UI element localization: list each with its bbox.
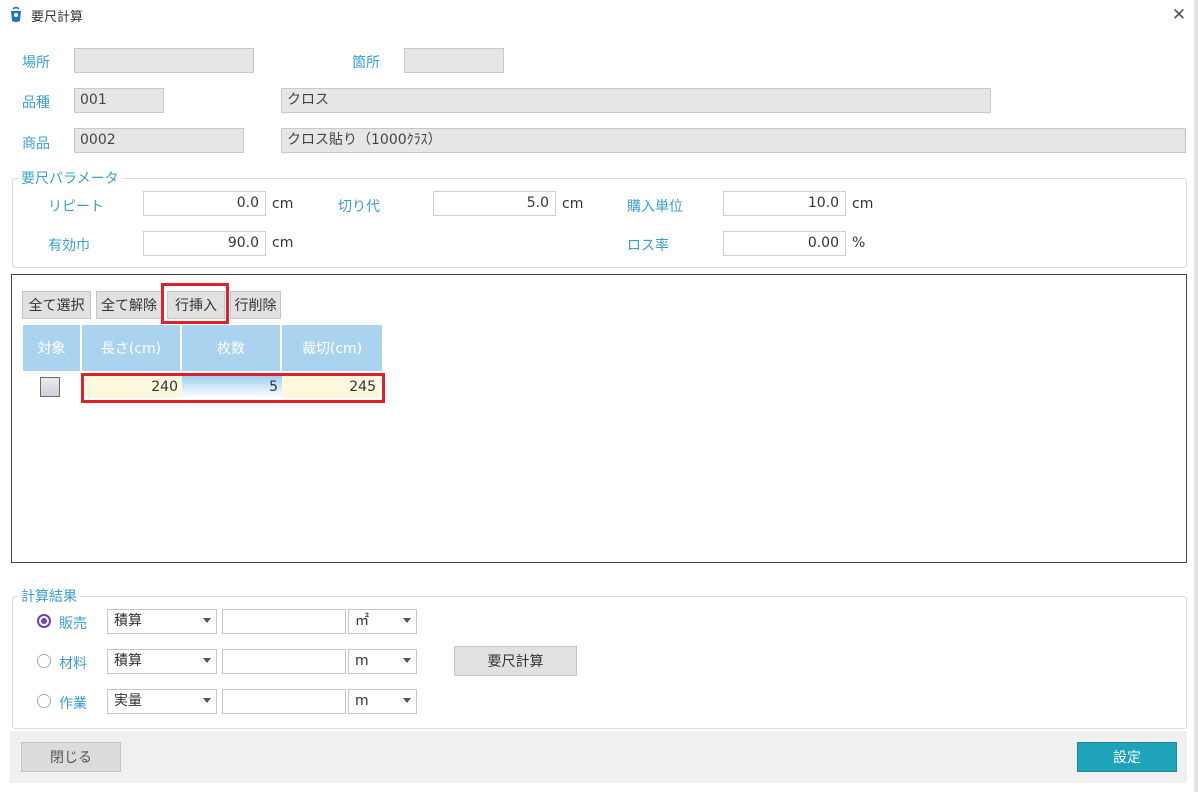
title-bar	[0, 0, 1198, 30]
work-unit-value: m	[355, 693, 369, 709]
row-select-checkbox[interactable]	[40, 377, 60, 397]
sales-value-input[interactable]	[222, 609, 346, 634]
location-label: 場所	[22, 55, 50, 71]
column-header-length[interactable]: 長さ(cm)	[82, 325, 182, 371]
sales-method-select[interactable]: 積算	[107, 609, 217, 634]
column-header-count[interactable]: 枚数	[182, 325, 282, 371]
sales-unit-value: ㎡	[355, 613, 369, 629]
spot-field[interactable]	[404, 48, 504, 73]
variety-label: 品種	[22, 95, 50, 111]
loss-rate-input[interactable]: 0.00	[723, 231, 846, 256]
material-method-value: 積算	[114, 653, 142, 669]
chevron-down-icon	[403, 658, 411, 663]
effective-width-input[interactable]: 90.0	[143, 231, 266, 256]
delete-row-button[interactable]: 行削除	[230, 291, 281, 319]
product-label: 商品	[22, 136, 50, 152]
select-all-button[interactable]: 全て選択	[22, 291, 91, 319]
work-method-select[interactable]: 実量	[107, 689, 217, 714]
material-unit-value: m	[355, 653, 369, 669]
product-name-field[interactable]: クロス貼り（1000ｸﾗｽ）	[281, 128, 1186, 153]
repeat-input[interactable]: 0.0	[143, 191, 266, 216]
material-method-select[interactable]: 積算	[107, 649, 217, 674]
calculate-button[interactable]: 要尺計算	[454, 646, 577, 676]
insert-row-highlight	[161, 283, 229, 324]
purchase-unit-input[interactable]: 10.0	[723, 191, 846, 216]
close-icon[interactable]: ✕	[1166, 2, 1192, 28]
cut-margin-input[interactable]: 5.0	[433, 191, 556, 216]
variety-code-field[interactable]: 001	[74, 88, 164, 113]
repeat-unit: cm	[272, 196, 294, 212]
set-button[interactable]: 設定	[1077, 742, 1177, 772]
row-highlight	[81, 373, 385, 403]
params-group-title: 要尺パラメータ	[18, 168, 122, 188]
effective-width-label: 有効巾	[48, 238, 90, 254]
product-code-field[interactable]: 0002	[74, 128, 244, 153]
location-field[interactable]	[74, 48, 254, 73]
material-value-input[interactable]	[222, 649, 346, 674]
scrollbar-edge	[1194, 0, 1198, 792]
purchase-unit-label: 購入単位	[627, 199, 683, 215]
sales-method-value: 積算	[114, 613, 142, 629]
chevron-down-icon	[203, 698, 211, 703]
column-header-cut[interactable]: 裁切(cm)	[282, 325, 382, 371]
loss-rate-label: ロス率	[627, 238, 669, 254]
footer-bar	[10, 731, 1187, 783]
work-label: 作業	[59, 696, 87, 712]
sales-label: 販売	[59, 616, 87, 632]
deselect-all-button[interactable]: 全て解除	[96, 291, 162, 319]
sales-radio[interactable]	[37, 614, 51, 628]
work-method-value: 実量	[114, 693, 142, 709]
spot-label: 箇所	[352, 55, 380, 71]
window-title: 要尺計算	[31, 10, 84, 25]
app-logo-icon	[11, 7, 21, 22]
work-unit-select[interactable]: m	[348, 689, 417, 714]
purchase-unit-unit: cm	[852, 196, 874, 212]
variety-name-field[interactable]: クロス	[281, 88, 991, 113]
results-group-title: 計算結果	[18, 586, 80, 606]
material-radio[interactable]	[37, 654, 51, 668]
chevron-down-icon	[403, 698, 411, 703]
effective-width-unit: cm	[272, 235, 294, 251]
chevron-down-icon	[203, 658, 211, 663]
close-button[interactable]: 閉じる	[21, 742, 121, 772]
work-value-input[interactable]	[222, 689, 346, 714]
material-label: 材料	[59, 656, 87, 672]
loss-rate-unit: %	[852, 235, 866, 251]
chevron-down-icon	[403, 618, 411, 623]
cut-margin-label: 切り代	[338, 199, 380, 215]
work-radio[interactable]	[37, 694, 51, 708]
repeat-label: リピート	[48, 199, 104, 215]
cut-margin-unit: cm	[562, 196, 584, 212]
material-unit-select[interactable]: m	[348, 649, 417, 674]
chevron-down-icon	[203, 618, 211, 623]
column-header-target[interactable]: 対象	[23, 325, 82, 371]
sales-unit-select[interactable]: ㎡	[348, 609, 417, 634]
